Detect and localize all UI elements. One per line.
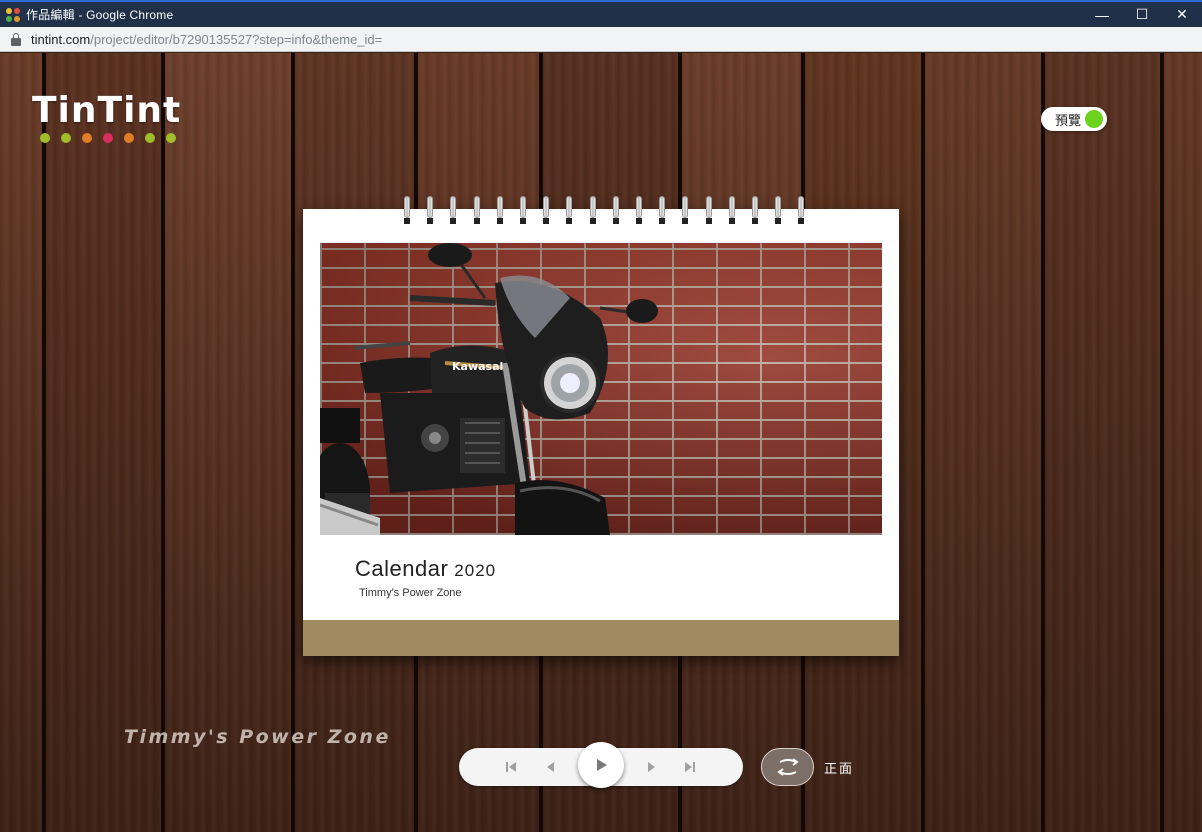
- binding-ring: [402, 196, 412, 232]
- binding-ring: [588, 196, 598, 232]
- binding-ring: [425, 196, 435, 232]
- next-page-icon[interactable]: [642, 757, 662, 777]
- binding-ring: [796, 196, 806, 232]
- binding-ring: [495, 196, 505, 232]
- cover-photo[interactable]: Kawasaki: [320, 243, 882, 535]
- logo-dot: [103, 133, 113, 143]
- url-host[interactable]: tintint.com: [31, 32, 90, 47]
- tintint-logo[interactable]: TinTint: [32, 93, 181, 143]
- spiral-binding: [402, 196, 805, 232]
- logo-text: TinTint: [32, 90, 182, 131]
- logo-dot: [40, 133, 50, 143]
- binding-ring: [727, 196, 737, 232]
- calendar-title-text: Calendar: [355, 556, 449, 581]
- address-bar[interactable]: tintint.com/project/editor/b7290135527?s…: [0, 27, 1202, 52]
- page-navigation-bar: [459, 742, 743, 788]
- binding-ring: [704, 196, 714, 232]
- last-page-icon[interactable]: [680, 757, 700, 777]
- window-title: 作品編輯 - Google Chrome: [26, 8, 174, 22]
- binding-ring: [773, 196, 783, 232]
- editor-viewport: TinTint 預覽 Kawasaki Calendar 2020 Timmy'…: [0, 53, 1202, 832]
- preview-toggle[interactable]: 預覽: [1041, 107, 1107, 131]
- binding-ring: [611, 196, 621, 232]
- watermark: Timmy's Power Zone: [124, 726, 391, 748]
- logo-dot: [145, 133, 155, 143]
- motorcycle-image: Kawasaki: [320, 243, 658, 535]
- binding-ring: [448, 196, 458, 232]
- flip-icon[interactable]: [761, 748, 814, 786]
- svg-text:Kawasaki: Kawasaki: [452, 360, 511, 373]
- prev-page-icon[interactable]: [540, 757, 560, 777]
- page-side-label: 正面: [824, 761, 855, 776]
- binding-ring: [750, 196, 760, 232]
- binding-ring: [518, 196, 528, 232]
- calendar-cover: Kawasaki Calendar 2020 Timmy's Power Zon…: [303, 196, 899, 656]
- calendar-stand-base: [303, 620, 899, 656]
- binding-ring: [472, 196, 482, 232]
- preview-label: 預覽: [1055, 112, 1082, 128]
- minimize-button[interactable]: —: [1082, 2, 1122, 27]
- calendar-title[interactable]: Calendar 2020: [355, 556, 496, 582]
- close-button[interactable]: ✕: [1162, 2, 1202, 27]
- logo-dots: [40, 133, 181, 143]
- binding-ring: [541, 196, 551, 232]
- preview-toggle-knob: [1085, 110, 1103, 128]
- url-path[interactable]: /project/editor/b7290135527?step=info&th…: [90, 32, 382, 47]
- lock-icon[interactable]: [11, 32, 21, 46]
- logo-dot: [61, 133, 71, 143]
- binding-ring: [657, 196, 667, 232]
- play-icon[interactable]: [578, 742, 624, 788]
- logo-dot: [166, 133, 176, 143]
- binding-ring: [564, 196, 574, 232]
- first-page-icon[interactable]: [501, 757, 521, 777]
- chrome-logo-icon: [6, 7, 20, 22]
- logo-dot: [82, 133, 92, 143]
- window-titlebar: 作品編輯 - Google Chrome — ☐ ✕: [0, 0, 1202, 27]
- logo-dot: [124, 133, 134, 143]
- binding-ring: [634, 196, 644, 232]
- calendar-year: 2020: [454, 561, 497, 580]
- binding-ring: [680, 196, 690, 232]
- maximize-button[interactable]: ☐: [1122, 2, 1162, 27]
- calendar-subtitle[interactable]: Timmy's Power Zone: [359, 587, 462, 599]
